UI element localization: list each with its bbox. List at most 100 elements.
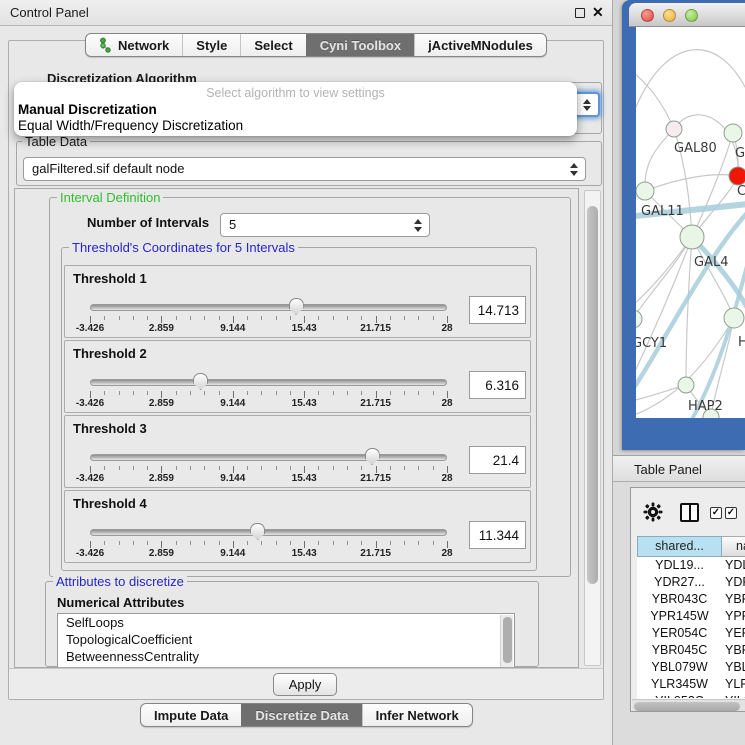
table-row[interactable]: YPR145WYPR1 [637, 608, 745, 625]
network-canvas[interactable]: GAL80GACGAL11GAL4GCY1HHAP2 [636, 27, 745, 418]
tab-jactivemnodules[interactable]: jActiveMNodules [414, 34, 546, 56]
node-gal11[interactable] [636, 182, 654, 200]
threshold-value-input[interactable] [469, 371, 526, 399]
cell-shared-name[interactable]: YBR045C [637, 642, 722, 659]
combobox-arrows-icon[interactable] [413, 214, 422, 236]
table-row[interactable]: YIL052CYIL0 [637, 693, 745, 698]
network-edge[interactable] [636, 237, 692, 387]
cell-name[interactable]: YPR1 [722, 608, 745, 625]
column-header-name[interactable]: na [722, 536, 745, 557]
cell-name[interactable]: YBR0 [722, 591, 745, 608]
algorithm-option-manual[interactable]: Manual Discretization [18, 102, 157, 117]
minimize-traffic-light-icon[interactable] [663, 9, 676, 22]
threshold-value-input[interactable] [469, 446, 526, 474]
list-item[interactable]: SelfLoops [58, 614, 514, 631]
close-traffic-light-icon[interactable] [641, 9, 654, 22]
numerical-attributes-list[interactable]: SelfLoopsTopologicalCoefficientBetweenne… [57, 613, 515, 668]
slider-track[interactable] [90, 304, 447, 311]
list-item[interactable]: BetweennessCentrality [58, 648, 514, 665]
network-edge[interactable] [686, 237, 692, 385]
tab-network[interactable]: Network [86, 34, 182, 56]
network-graph[interactable]: GAL80GACGAL11GAL4GCY1HHAP2 [636, 27, 745, 418]
slider-track[interactable] [90, 454, 447, 461]
table-data-combobox[interactable]: galFiltered.sif default node [23, 157, 586, 181]
slider-thumb[interactable] [289, 298, 304, 315]
float-window-icon[interactable] [575, 8, 585, 18]
cell-name[interactable]: YDL1 [722, 557, 745, 574]
network-edge[interactable] [636, 50, 745, 107]
list-scrollbar-thumb[interactable] [503, 617, 512, 663]
cell-name[interactable]: YER0 [722, 625, 745, 642]
slider-thumb[interactable] [193, 373, 208, 390]
threshold-label: Threshold 2 [73, 346, 147, 361]
gear-icon[interactable] [643, 502, 663, 522]
number-of-intervals-combobox[interactable]: 5 [220, 213, 430, 237]
table-panel-box: ✓ ✓ shared... na YDL19...YDL1YDR27...YDR… [630, 487, 745, 712]
algorithm-option-equal-width[interactable]: Equal Width/Frequency Discretization [18, 118, 243, 133]
apply-button[interactable]: Apply [273, 673, 337, 696]
checkbox-icon[interactable]: ✓ [710, 507, 722, 519]
table-row[interactable]: YDL19...YDL1 [637, 557, 745, 574]
threshold-value-input[interactable] [469, 296, 526, 324]
checkbox-icon[interactable]: ✓ [725, 507, 737, 519]
attribute-items: SelfLoopsTopologicalCoefficientBetweenne… [58, 614, 514, 665]
list-scrollbar[interactable] [500, 615, 513, 668]
network-edge[interactable] [645, 129, 674, 191]
column-header-shared-name[interactable]: shared... [637, 536, 722, 557]
cell-name[interactable]: YBL0 [722, 659, 745, 676]
combobox-arrows-icon[interactable] [569, 158, 578, 180]
cell-shared-name[interactable]: YER054C [637, 625, 722, 642]
table-row[interactable]: YBR045CYBR0 [637, 642, 745, 659]
table-row[interactable]: YBL079WYBL0 [637, 659, 745, 676]
split-columns-icon[interactable] [680, 503, 699, 522]
tab-discretize-data[interactable]: Discretize Data [241, 704, 361, 726]
slider-track[interactable] [90, 379, 447, 386]
network-edge[interactable] [636, 69, 674, 129]
node-gal4[interactable] [680, 225, 704, 249]
cell-name[interactable]: YIL0 [722, 693, 745, 698]
cell-shared-name[interactable]: YBL079W [637, 659, 722, 676]
table-horizontal-scrollbar[interactable] [632, 699, 745, 711]
cell-shared-name[interactable]: YBR043C [637, 591, 722, 608]
zoom-traffic-light-icon[interactable] [685, 9, 698, 22]
panel-scrollbar[interactable] [584, 190, 601, 666]
cell-shared-name[interactable]: YDL19... [637, 557, 722, 574]
threshold-label: Threshold 4 [73, 496, 147, 511]
slider-tick-label: 9.144 [220, 323, 245, 334]
list-item[interactable]: TopologicalCoefficient [58, 631, 514, 648]
node-selected-red[interactable] [729, 167, 745, 185]
slider-tick-label: 15.43 [292, 398, 317, 409]
threshold-value-input[interactable] [469, 521, 526, 549]
cell-shared-name[interactable]: YDR27... [637, 574, 722, 591]
cell-name[interactable]: YLR3 [722, 676, 745, 693]
tab-cyni-toolbox[interactable]: Cyni Toolbox [306, 34, 414, 56]
node-gcy1[interactable] [636, 310, 642, 328]
slider-track[interactable] [90, 529, 447, 536]
node-top-right[interactable] [724, 124, 742, 142]
table-scrollbar-thumb[interactable] [634, 702, 740, 711]
node-gal80[interactable] [666, 121, 682, 137]
table-row[interactable]: YLR345WYLR3 [637, 676, 745, 693]
tab-select[interactable]: Select [240, 34, 305, 56]
combobox-arrows-icon[interactable] [582, 94, 591, 115]
close-icon[interactable]: ✕ [592, 4, 604, 21]
node-hap2[interactable] [678, 377, 694, 393]
node-label-ga: GA [735, 146, 745, 161]
cell-shared-name[interactable]: YIL052C [637, 693, 722, 698]
tab-impute-data[interactable]: Impute Data [141, 704, 241, 726]
cell-name[interactable]: YDR2 [722, 574, 745, 591]
tab-style[interactable]: Style [182, 34, 240, 56]
slider-thumb[interactable] [250, 523, 265, 540]
slider-thumb[interactable] [365, 448, 380, 465]
panel-scrollbar-thumb[interactable] [587, 206, 598, 584]
slider-tick-label: 21.715 [360, 548, 391, 559]
cell-shared-name[interactable]: YLR345W [637, 676, 722, 693]
table-row[interactable]: YDR27...YDR2 [637, 574, 745, 591]
table-row[interactable]: YBR043CYBR0 [637, 591, 745, 608]
table-row[interactable]: YER054CYER0 [637, 625, 745, 642]
cell-name[interactable]: YBR0 [722, 642, 745, 659]
node-right-h[interactable] [724, 308, 744, 328]
tab-infer-network[interactable]: Infer Network [362, 704, 472, 726]
network-edge[interactable] [645, 175, 738, 191]
cell-shared-name[interactable]: YPR145W [637, 608, 722, 625]
